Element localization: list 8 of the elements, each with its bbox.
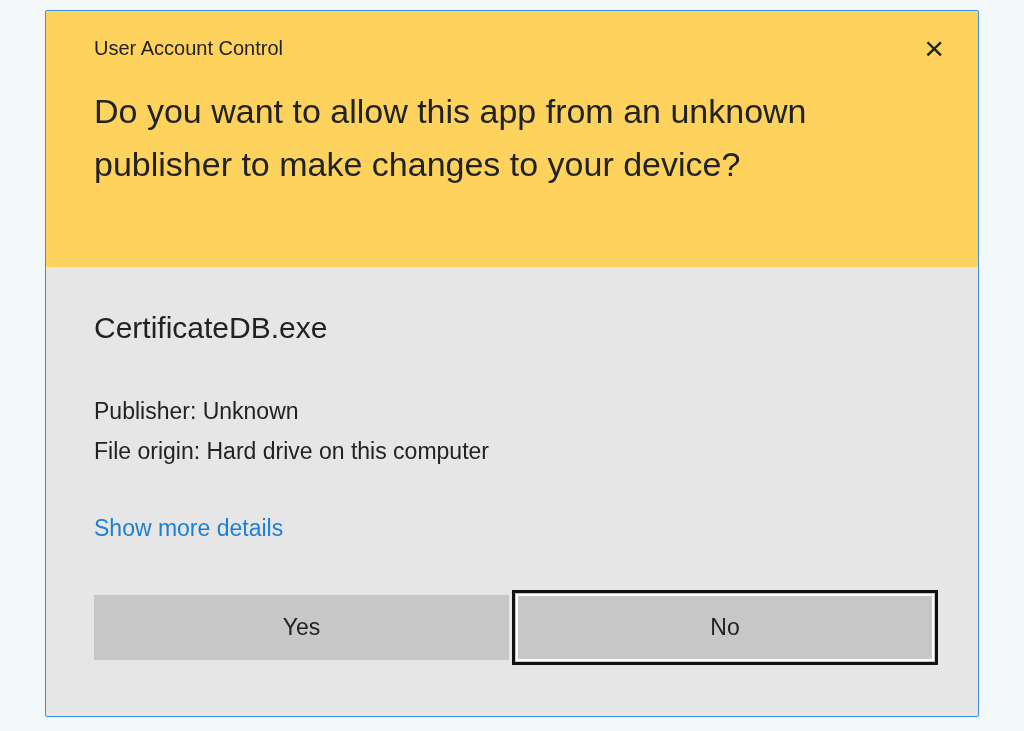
question-text: Do you want to allow this app from an unknown publisher to make changes to your device?	[94, 91, 808, 185]
window-title: User Account Control	[94, 36, 283, 60]
detail-text: File origin: Hard drive on this computer	[94, 437, 490, 466]
close-button[interactable]: ×	[916, 31, 952, 65]
detail-text: Publisher: Unknown	[94, 397, 300, 426]
program-name: CertificateDB.exe	[94, 311, 329, 345]
dialog-button[interactable]: Yes	[94, 595, 509, 660]
dialog-button[interactable]: No	[512, 590, 938, 665]
